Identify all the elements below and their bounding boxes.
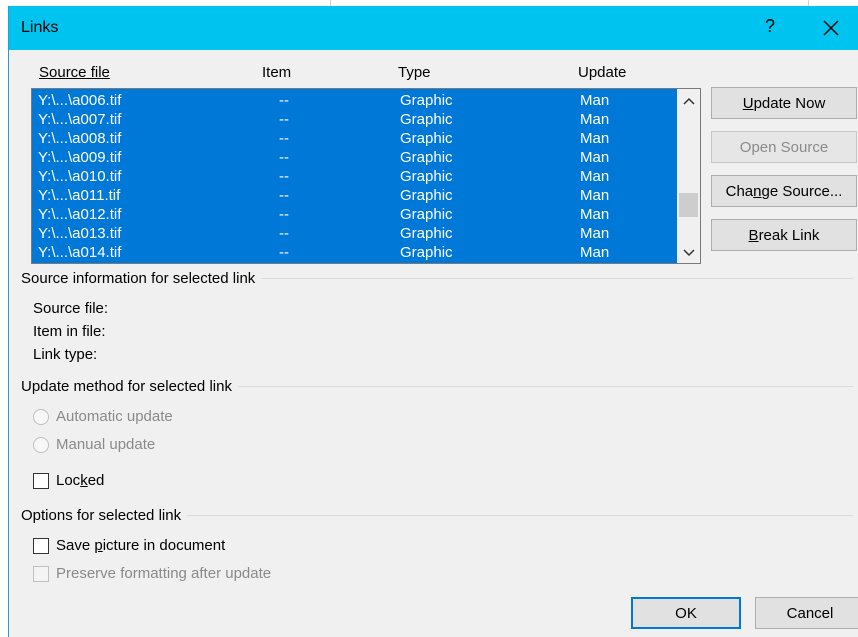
column-header-source-file[interactable]: Source file: [39, 64, 110, 81]
update-now-button[interactable]: Update Now: [711, 87, 857, 119]
link-item: --: [279, 225, 289, 242]
link-source: Y:\...\a012.tif: [38, 206, 122, 223]
button-label: pdate Now: [753, 94, 826, 112]
link-update: Man: [580, 92, 610, 109]
link-update: Man: [580, 111, 610, 128]
link-update: Man: [580, 244, 610, 261]
link-source: Y:\...\a007.tif: [38, 111, 122, 128]
checkbox-label: Save picture in document: [56, 537, 226, 554]
link-item: --: [279, 149, 289, 166]
checkbox-label: Preserve formatting after update: [56, 565, 272, 582]
table-row[interactable]: Y:\...\a006.tif -- Graphic Man: [32, 91, 676, 110]
link-update: Man: [580, 206, 610, 223]
link-type: Graphic: [400, 244, 453, 261]
link-source: Y:\...\a006.tif: [38, 92, 122, 109]
table-row[interactable]: Y:\...\a011.tif -- Graphic Man: [32, 186, 676, 205]
link-update: Man: [580, 225, 610, 242]
table-row[interactable]: Y:\...\a009.tif -- Graphic Man: [32, 148, 676, 167]
radio-label: Automatic update: [56, 408, 173, 425]
link-source: Y:\...\a011.tif: [38, 187, 121, 204]
close-icon[interactable]: [817, 14, 845, 42]
table-row[interactable]: Y:\...\a012.tif -- Graphic Man: [32, 205, 676, 224]
preserve-formatting-checkbox[interactable]: Preserve formatting after update: [33, 565, 271, 582]
table-row[interactable]: Y:\...\a010.tif -- Graphic Man: [32, 167, 676, 186]
link-item: --: [279, 206, 289, 223]
ok-button[interactable]: OK: [631, 597, 741, 629]
checkbox-label: Locked: [56, 472, 105, 489]
table-row[interactable]: Y:\...\a013.tif -- Graphic Man: [32, 224, 676, 243]
checkbox-box[interactable]: [33, 472, 49, 489]
link-item: --: [279, 168, 289, 185]
radio-circle[interactable]: [33, 436, 49, 453]
column-header-item[interactable]: Item: [262, 64, 291, 81]
button-label: Cancel: [786, 604, 834, 622]
link-source: Y:\...\a014.tif: [38, 244, 122, 261]
link-type: Graphic: [400, 149, 453, 166]
table-row[interactable]: Y:\...\a008.tif -- Graphic Man: [32, 129, 676, 148]
button-label: OK: [675, 604, 697, 622]
chevron-up-icon[interactable]: [677, 91, 700, 111]
link-update: Man: [580, 187, 610, 204]
link-type: Graphic: [400, 206, 453, 223]
access-key: B: [748, 226, 759, 244]
dialog-title: Links: [21, 19, 59, 36]
options-heading: Options for selected link: [21, 507, 188, 524]
cancel-button[interactable]: Cancel: [755, 597, 858, 629]
access-key: U: [742, 94, 754, 112]
link-type: Graphic: [400, 168, 453, 185]
button-label: Open Source: [739, 138, 829, 156]
source-info-heading: Source information for selected link: [21, 270, 262, 287]
list-scrollbar[interactable]: [677, 89, 700, 263]
title-bar: Links ?: [9, 6, 858, 50]
link-item: --: [279, 130, 289, 147]
link-item: --: [279, 111, 289, 128]
link-type: Graphic: [400, 130, 453, 147]
button-label: Cha: [725, 182, 754, 200]
update-method-heading: Update method for selected link: [21, 378, 238, 395]
access-key: n: [753, 182, 762, 200]
source-file-label: Source file:: [33, 300, 109, 317]
link-source: Y:\...\a008.tif: [38, 130, 122, 147]
link-source: Y:\...\a010.tif: [38, 168, 122, 185]
link-type: Graphic: [400, 111, 453, 128]
chevron-down-icon[interactable]: [677, 243, 700, 263]
checkbox-box[interactable]: [33, 537, 49, 554]
links-dialog: Links ? Source file Item Type Update Y:\…: [8, 6, 858, 637]
change-source-button[interactable]: Cha n ge Source...: [711, 175, 857, 207]
button-label: reak Link: [758, 226, 820, 244]
column-header-update[interactable]: Update: [578, 64, 626, 81]
link-type: Graphic: [400, 92, 453, 109]
link-type-label: Link type:: [33, 346, 98, 363]
locked-checkbox[interactable]: Locked: [33, 472, 104, 489]
link-update: Man: [580, 149, 610, 166]
scroll-thumb[interactable]: [679, 193, 698, 217]
automatic-update-radio[interactable]: Automatic update: [33, 408, 173, 425]
radio-circle[interactable]: [33, 408, 49, 425]
open-source-button[interactable]: Open Source: [711, 131, 857, 163]
item-in-file-label: Item in file:: [33, 323, 106, 340]
link-type: Graphic: [400, 225, 453, 242]
links-list[interactable]: Y:\...\a006.tif -- Graphic Man Y:\...\a0…: [31, 88, 701, 264]
table-row[interactable]: Y:\...\a014.tif -- Graphic Man: [32, 243, 676, 262]
link-source: Y:\...\a009.tif: [38, 149, 122, 166]
column-header-type[interactable]: Type: [398, 64, 431, 81]
manual-update-radio[interactable]: Manual update: [33, 436, 155, 453]
table-row[interactable]: Y:\...\a007.tif -- Graphic Man: [32, 110, 676, 129]
button-label: ge Source...: [761, 182, 843, 200]
link-type: Graphic: [400, 187, 453, 204]
link-item: --: [279, 244, 289, 261]
link-update: Man: [580, 168, 610, 185]
help-icon[interactable]: ?: [765, 16, 775, 37]
link-item: --: [279, 187, 289, 204]
break-link-button[interactable]: Break Link: [711, 219, 857, 251]
link-source: Y:\...\a013.tif: [38, 225, 122, 242]
link-update: Man: [580, 130, 610, 147]
link-item: --: [279, 92, 289, 109]
checkbox-box[interactable]: [33, 565, 49, 582]
radio-label: Manual update: [56, 436, 156, 453]
save-picture-checkbox[interactable]: Save picture in document: [33, 537, 225, 554]
